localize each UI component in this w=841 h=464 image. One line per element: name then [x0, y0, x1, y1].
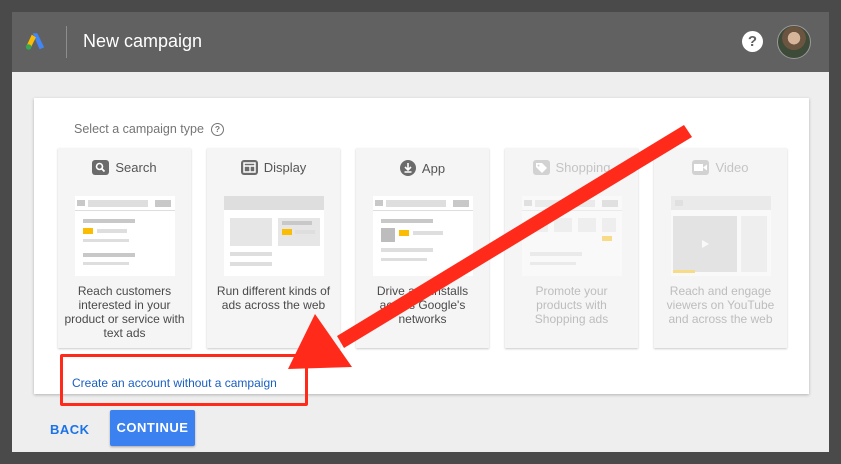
help-outline-icon[interactable]: ?: [210, 122, 224, 136]
download-icon: [399, 160, 416, 176]
tile-header: Display: [207, 160, 340, 175]
video-camera-icon: [692, 160, 710, 175]
tile-description: Drive app installs across Google's netwo…: [376, 284, 469, 326]
tile-header: App: [356, 160, 489, 176]
tile-header: Search: [58, 160, 191, 175]
campaign-type-display[interactable]: Display Run different kinds of ads acros…: [207, 148, 340, 348]
tile-header: Video: [654, 160, 787, 175]
tile-description: Run different kinds of ads across the we…: [216, 284, 331, 312]
campaign-type-card: Select a campaign type ? Search Reach cu…: [34, 98, 809, 406]
tile-label: App: [421, 160, 446, 176]
app-illustration: [373, 196, 473, 276]
tile-header: Shopping: [505, 160, 638, 175]
tile-label: Video: [715, 160, 749, 175]
display-icon: [240, 160, 258, 175]
display-illustration: [224, 196, 324, 276]
search-illustration: [75, 196, 175, 276]
campaign-type-video[interactable]: Video Reach and engage viewers on YouTub…: [654, 148, 787, 348]
search-icon: [92, 160, 110, 175]
annotation-highlight-box: [60, 354, 308, 406]
back-button[interactable]: BACK: [50, 422, 90, 437]
tag-icon: [532, 160, 550, 175]
campaign-type-app[interactable]: App Drive app installs across Google's n…: [356, 148, 489, 348]
tile-label: Display: [263, 160, 307, 175]
campaign-type-search[interactable]: Search Reach customers interested in you…: [58, 148, 191, 348]
tile-label: Search: [115, 160, 157, 175]
tile-label: Shopping: [555, 160, 611, 175]
tile-description: Promote your products with Shopping ads: [534, 284, 609, 326]
avatar[interactable]: [777, 25, 811, 59]
top-bar: New campaign ?: [12, 12, 829, 72]
select-campaign-type-label: Select a campaign type: [74, 122, 204, 136]
continue-button[interactable]: CONTINUE: [110, 410, 195, 446]
help-icon[interactable]: ?: [742, 31, 763, 52]
tile-description: Reach and engage viewers on YouTube and …: [666, 284, 775, 326]
page-title: New campaign: [83, 31, 203, 51]
campaign-type-shopping[interactable]: Shopping Promote your products with Shop…: [505, 148, 638, 348]
video-illustration: [671, 196, 771, 276]
top-bar-divider: [66, 26, 67, 58]
tile-description: Reach customers interested in your produ…: [64, 284, 185, 340]
select-campaign-type-heading: Select a campaign type ?: [74, 122, 224, 136]
app-window: New campaign ? Select a campaign type ? …: [12, 12, 829, 452]
shopping-illustration: [522, 196, 622, 276]
google-ads-logo-icon[interactable]: [24, 30, 46, 52]
